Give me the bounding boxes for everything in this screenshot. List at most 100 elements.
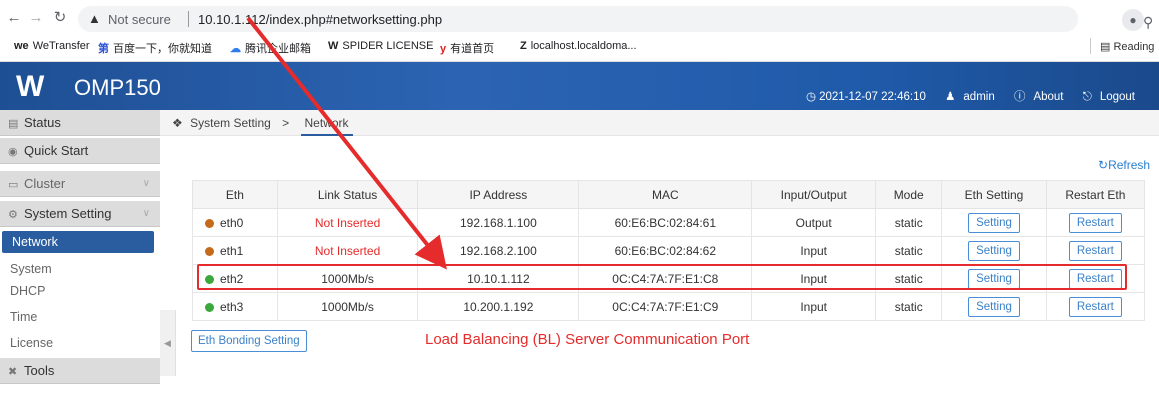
input-output-value: Output (795, 215, 832, 230)
restart-button[interactable]: Restart (1068, 212, 1122, 233)
profile-avatar-icon[interactable]: ● (1122, 9, 1144, 31)
wetransfer-icon: we (14, 40, 29, 52)
column-header: Mode (875, 180, 943, 209)
baidu-icon: 第 (98, 43, 109, 55)
restart-eth-cell: Restart (1045, 292, 1146, 321)
user-link[interactable]: ♟ admin (937, 91, 995, 103)
link-status-dot-icon (205, 246, 214, 256)
mode-value: static (894, 243, 923, 258)
input-output-cell: Input (751, 292, 877, 321)
reading-list-button[interactable]: ▤ Reading (1100, 40, 1154, 53)
sidebar-item-quick-start[interactable]: ◉ Quick Start (0, 138, 160, 164)
input-output-cell: Input (751, 264, 877, 293)
user-icon: ♟ (945, 91, 956, 103)
logout-link[interactable]: ⎋ Logout (1075, 91, 1135, 103)
sidebar-subitem-time[interactable]: Time (0, 306, 160, 328)
product-name: OMP150 (74, 75, 161, 100)
restart-button[interactable]: Restart (1068, 268, 1122, 289)
refresh-icon: ↻ (1098, 158, 1109, 172)
reload-icon[interactable]: ↻ (50, 8, 70, 28)
mac-cell: 60:E6:BC:02:84:62 (578, 236, 753, 265)
sidebar-collapse-handle[interactable]: ◀ (160, 310, 176, 376)
app-header: W OMP150 ◷ 2021-12-07 22:46:10 ♟ admin ⓘ Ab… (0, 62, 1159, 110)
sidebar-subitem-system[interactable]: System (0, 258, 160, 280)
restart-eth-cell: Restart (1045, 208, 1146, 237)
mode-cell: static (875, 236, 943, 265)
zoom-icon[interactable]: ⚲ (1143, 14, 1153, 31)
address-bar[interactable]: ▲ Not secure 10.10.1.112/index.php#netwo… (78, 6, 1153, 32)
sidebar: ▤ Status ◉ Quick Start ▭ Cluster ∨ ⚙ System … (0, 110, 160, 398)
link-status-dot-icon (205, 302, 214, 312)
input-output-cell: Input (751, 236, 877, 265)
mode-cell: static (875, 292, 943, 321)
mac-cell: 60:E6:BC:02:84:61 (578, 208, 753, 237)
ip-address-cell: 10.10.1.112 (417, 264, 580, 293)
mode-value: static (894, 299, 923, 314)
spider-license-icon: W (328, 40, 339, 52)
eth-bonding-setting-button[interactable]: Eth Bonding Setting (191, 330, 307, 352)
link-status-value: Not Inserted (314, 215, 381, 230)
setting-button[interactable]: Setting (968, 212, 1020, 233)
column-header: Eth (192, 180, 278, 209)
setting-button[interactable]: Setting (968, 296, 1020, 317)
refresh-link[interactable]: ↻Refresh (1098, 158, 1150, 172)
breadcrumb-separator: > (282, 116, 290, 130)
setting-button[interactable]: Setting (968, 268, 1020, 289)
bookmark-item[interactable]: y 有道首页 (440, 40, 494, 56)
sidebar-subitem-dhcp[interactable]: DHCP (0, 280, 160, 302)
sidebar-item-status[interactable]: ▤ Status (0, 110, 160, 136)
breadcrumb-root[interactable]: System Setting (190, 116, 271, 130)
sidebar-subitem-license[interactable]: License (0, 332, 160, 354)
chevron-down-icon: ∨ (142, 208, 150, 219)
table-header-row: Eth Link Status IP Address MAC Input/Out… (192, 180, 1146, 209)
about-link[interactable]: ⓘ About (1006, 91, 1064, 103)
bookmark-item[interactable]: W SPIDER LICENSE (328, 40, 433, 52)
eth-name-cell: eth0 (192, 208, 278, 237)
column-header: MAC (578, 180, 753, 209)
link-status-value: 1000Mb/s (321, 271, 374, 286)
eth-name: eth1 (220, 243, 244, 258)
ip-address-cell: 192.168.2.100 (417, 236, 580, 265)
info-icon: ⓘ (1013, 91, 1026, 103)
ip-address-cell: 192.168.1.100 (417, 208, 580, 237)
table-row: eth1 Not Inserted 192.168.2.100 60:E6:BC:02… (192, 236, 1146, 265)
mode-cell: static (875, 208, 943, 237)
url-text[interactable]: 10.10.1.112/index.php#networksetting.php (198, 12, 442, 27)
column-header: IP Address (417, 180, 580, 209)
settings-icon: ⚙ (8, 209, 18, 221)
youdao-icon: y (440, 43, 447, 55)
link-status-cell: 1000Mb/s (276, 264, 419, 293)
sidebar-item-tools[interactable]: ✖ Tools (0, 358, 160, 384)
bookmark-item[interactable]: 第百度一下，你就知道 (98, 40, 212, 56)
ip-address-value: 10.10.1.112 (467, 271, 530, 286)
restart-eth-cell: Restart (1045, 236, 1146, 265)
forward-arrow-icon[interactable]: → (26, 8, 46, 28)
home-icon[interactable]: ❖ (172, 116, 183, 130)
logo-icon: W (16, 70, 44, 103)
restart-button[interactable]: Restart (1068, 240, 1122, 261)
bookmark-item[interactable]: Zlocalhost.localdoma... (520, 40, 637, 52)
localhost-icon: Z (520, 40, 527, 52)
header-info: ◷ 2021-12-07 22:46:10 ♟ admin ⓘ About ⎋ Logo… (798, 88, 1135, 104)
sidebar-item-system-setting[interactable]: ⚙ System Setting ∨ (0, 201, 160, 227)
chevron-down-icon: ∨ (142, 178, 150, 189)
link-status-dot-icon (205, 274, 214, 284)
input-output-value: Input (800, 243, 828, 258)
sidebar-subitem-network[interactable]: Network (2, 231, 154, 253)
input-output-value: Input (800, 299, 828, 314)
link-status-dot-icon (205, 218, 214, 228)
bookmarks-bar: we WeTransfer 第百度一下，你就知道 ☁ 腾讯企业邮箱 W SPIDER … (0, 34, 1159, 60)
input-output-cell: Output (751, 208, 877, 237)
quick-start-icon: ◉ (8, 146, 18, 158)
column-header: Restart Eth (1045, 180, 1146, 209)
sidebar-item-cluster[interactable]: ▭ Cluster ∨ (0, 171, 160, 197)
bookmark-item[interactable]: we WeTransfer (14, 40, 90, 52)
setting-button[interactable]: Setting (968, 240, 1020, 261)
warning-icon[interactable]: ▲ (88, 11, 101, 26)
restart-button[interactable]: Restart (1068, 296, 1122, 317)
eth-name-cell: eth1 (192, 236, 278, 265)
ip-address-value: 192.168.2.100 (460, 243, 537, 258)
back-arrow-icon[interactable]: ← (4, 8, 24, 28)
breadcrumb-current: Network (300, 110, 353, 136)
bookmark-item[interactable]: ☁ 腾讯企业邮箱 (230, 40, 311, 56)
